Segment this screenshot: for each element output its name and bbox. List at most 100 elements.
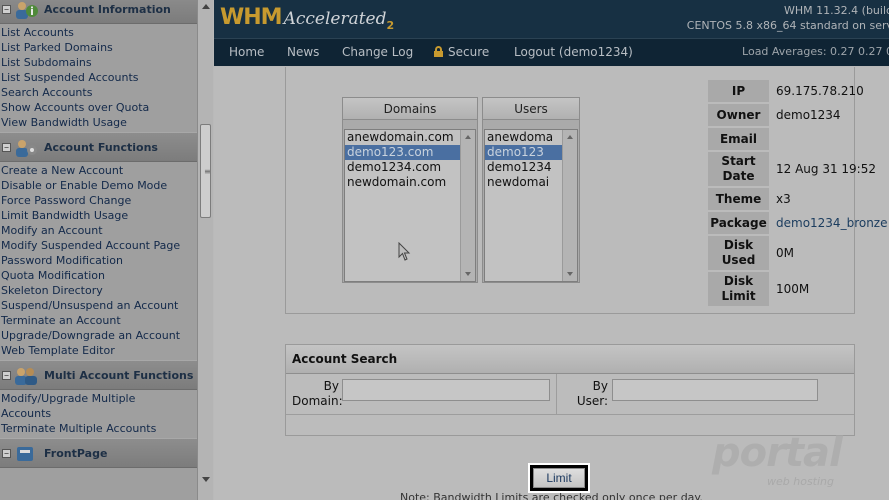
limit-button[interactable]: Limit: [533, 468, 585, 488]
search-divider: [556, 374, 557, 414]
sidebar: − Account Information List Accounts List…: [0, 0, 213, 500]
frontpage-icon: [17, 447, 33, 461]
sidebar-item-web-template-editor[interactable]: Web Template Editor: [1, 343, 197, 358]
sidebar-item-show-accounts-over-quota[interactable]: Show Accounts over Quota: [1, 100, 197, 115]
scroll-up-arrow-icon[interactable]: [202, 4, 210, 9]
scrollbar-thumb[interactable]: ≡: [200, 124, 211, 218]
bandwidth-note: Note: Bandwidth Limits are checked only …: [400, 491, 703, 500]
account-functions-icon: [16, 140, 37, 157]
detail-value: demo1234: [776, 108, 841, 122]
sidebar-section-header[interactable]: − Multi Account Functions: [0, 360, 197, 390]
scroll-down-arrow-icon[interactable]: [465, 272, 471, 276]
sidebar-item-modify-suspended-page[interactable]: Modify Suspended Account Page: [1, 238, 197, 253]
detail-label: Disk Limit: [708, 272, 770, 306]
top-header: WHM Accelerated2 WHM 11.32.4 (build CENTO…: [214, 0, 889, 38]
watermark-subtitle: web hosting: [767, 475, 834, 488]
sidebar-item-view-bandwidth-usage[interactable]: View Bandwidth Usage: [1, 115, 197, 130]
nav-home[interactable]: Home: [229, 45, 264, 59]
detail-row: Disk Limit 100M: [708, 272, 888, 306]
detail-label: Owner: [708, 104, 770, 126]
nav-secure[interactable]: Secure: [434, 45, 489, 59]
portal-watermark-logo: portal web hosting: [710, 430, 860, 490]
detail-row: IP 69.175.78.210: [708, 80, 888, 102]
logo-accelerated: Accelerated: [283, 9, 387, 29]
collapse-toggle-icon[interactable]: −: [2, 143, 11, 152]
domain-option[interactable]: newdomain.com: [345, 175, 475, 190]
whm-logo[interactable]: WHM Accelerated2: [220, 5, 395, 32]
search-user-input[interactable]: [612, 379, 818, 401]
detail-row: Disk Used 0M: [708, 236, 888, 270]
scroll-up-arrow-icon[interactable]: [465, 135, 471, 139]
detail-label: Start Date: [708, 152, 770, 186]
grip-icon: ≡: [204, 167, 211, 176]
scroll-down-arrow-icon[interactable]: [202, 477, 210, 482]
domain-option[interactable]: demo123.com: [345, 145, 475, 160]
sidebar-section-header[interactable]: − Account Information: [0, 0, 197, 24]
sidebar-item-limit-bandwidth-usage[interactable]: Limit Bandwidth Usage: [1, 208, 197, 223]
detail-value: 100M: [776, 282, 810, 296]
limit-button-highlight: Limit: [528, 463, 590, 493]
search-domain-input[interactable]: [342, 379, 550, 401]
sidebar-item-force-password-change[interactable]: Force Password Change: [1, 193, 197, 208]
sidebar-section-title: Account Information: [44, 3, 171, 16]
sidebar-item-modify-upgrade-multiple[interactable]: Modify/Upgrade Multiple: [1, 391, 197, 406]
collapse-toggle-icon[interactable]: −: [2, 449, 11, 458]
nav-change-log[interactable]: Change Log: [342, 45, 413, 59]
scroll-up-arrow-icon[interactable]: [567, 135, 573, 139]
detail-value: 69.175.78.210: [776, 84, 864, 98]
detail-row: Owner demo1234: [708, 104, 888, 126]
nav-news[interactable]: News: [287, 45, 319, 59]
nav-logout[interactable]: Logout (demo1234): [514, 45, 633, 59]
account-selection-box: Domains anewdomain.com demo123.com demo123…: [285, 67, 888, 314]
detail-label: Disk Used: [708, 236, 770, 270]
detail-label: Theme: [708, 188, 770, 210]
lock-icon: [434, 46, 443, 57]
detail-label: Package: [708, 212, 770, 234]
detail-value: 0M: [776, 246, 794, 260]
sidebar-item-terminate-account[interactable]: Terminate an Account: [1, 313, 197, 328]
sidebar-item-quota-modification[interactable]: Quota Modification: [1, 268, 197, 283]
detail-value-link[interactable]: demo1234_bronze: [770, 212, 888, 234]
users-panel: Users anewdoma demo123 demo1234 newdomai: [482, 97, 580, 283]
sidebar-section-frontpage: − FrontPage: [0, 438, 197, 468]
scroll-down-arrow-icon[interactable]: [567, 272, 573, 276]
sidebar-item-upgrade-downgrade[interactable]: Upgrade/Downgrade an Account: [1, 328, 197, 343]
domain-option[interactable]: demo1234.com: [345, 160, 475, 175]
account-search-row: By Domain: By User:: [286, 374, 854, 414]
users-scrollbar[interactable]: [562, 130, 577, 281]
logo-whm: WHM: [220, 5, 283, 30]
sidebar-item-list-subdomains[interactable]: List Subdomains: [1, 55, 197, 70]
account-details-table: IP 69.175.78.210 Owner demo1234 Email Start D…: [708, 78, 888, 308]
sidebar-item-suspend-unsuspend[interactable]: Suspend/Unsuspend an Account: [1, 298, 197, 313]
collapse-toggle-icon[interactable]: −: [2, 5, 11, 14]
logo-version-mark: 2: [386, 19, 395, 32]
sidebar-item-modify-upgrade-multiple-cont[interactable]: Accounts: [1, 406, 197, 421]
sidebar-scrollbar[interactable]: ≡: [197, 0, 213, 500]
sidebar-section-header[interactable]: − Account Functions: [0, 132, 197, 162]
sidebar-item-search-accounts[interactable]: Search Accounts: [1, 85, 197, 100]
detail-value: [770, 128, 888, 150]
sidebar-item-list-accounts[interactable]: List Accounts: [1, 25, 197, 40]
version-info: WHM 11.32.4 (build CENTOS 5.8 x86_64 sta…: [687, 3, 889, 33]
sidebar-item-create-new-account[interactable]: Create a New Account: [1, 163, 197, 178]
users-listbox[interactable]: anewdoma demo123 demo1234 newdomai: [484, 129, 578, 282]
sidebar-item-list-parked-domains[interactable]: List Parked Domains: [1, 40, 197, 55]
sidebar-section-header[interactable]: − FrontPage: [0, 438, 197, 468]
nav-secure-label: Secure: [448, 45, 490, 59]
sidebar-item-modify-account[interactable]: Modify an Account: [1, 223, 197, 238]
domain-option[interactable]: anewdomain.com: [345, 130, 475, 145]
sidebar-section-title: Multi Account Functions: [44, 369, 194, 382]
detail-row: Email: [708, 128, 888, 150]
watermark-word: portal: [712, 430, 843, 476]
sidebar-item-demo-mode[interactable]: Disable or Enable Demo Mode: [1, 178, 197, 193]
sidebar-item-skeleton-directory[interactable]: Skeleton Directory: [1, 283, 197, 298]
sidebar-item-list-suspended-accounts[interactable]: List Suspended Accounts: [1, 70, 197, 85]
domains-scrollbar[interactable]: [460, 130, 475, 281]
account-info-icon: [16, 2, 38, 19]
account-details: IP 69.175.78.210 Owner demo1234 Email Start D…: [708, 78, 889, 308]
collapse-toggle-icon[interactable]: −: [2, 371, 11, 380]
by-domain-label: By Domain:: [292, 379, 343, 408]
sidebar-menu: − Account Information List Accounts List…: [0, 0, 197, 500]
sidebar-item-password-modification[interactable]: Password Modification: [1, 253, 197, 268]
sidebar-item-terminate-multiple[interactable]: Terminate Multiple Accounts: [1, 421, 197, 436]
